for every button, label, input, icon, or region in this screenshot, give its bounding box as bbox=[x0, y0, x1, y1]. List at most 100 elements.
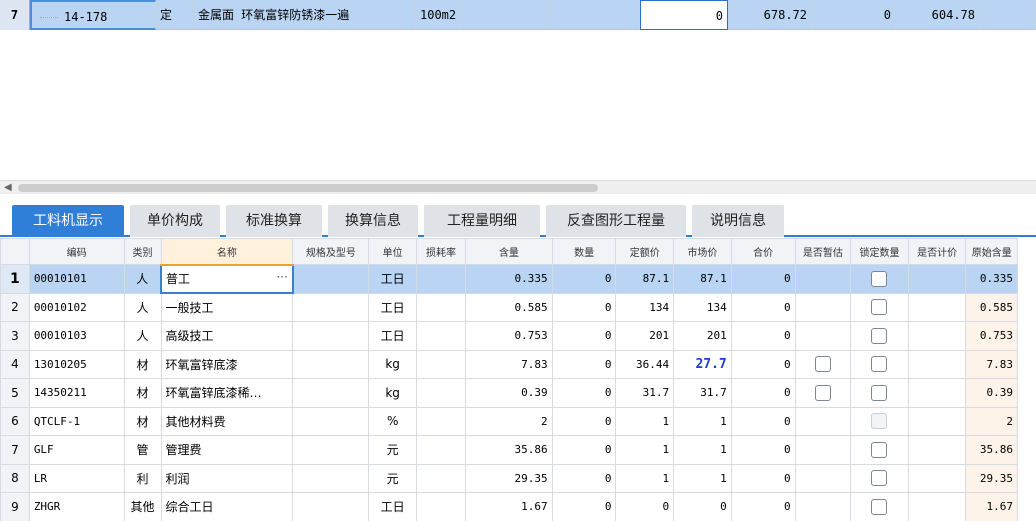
item-type[interactable]: 定 bbox=[156, 0, 194, 30]
name-cell[interactable]: 环氧富锌底漆 bbox=[160, 349, 294, 379]
code-cell[interactable]: 00010101 bbox=[28, 264, 125, 294]
column-header[interactable]: 编码 bbox=[28, 238, 125, 265]
category-cell[interactable]: 人 bbox=[123, 292, 162, 322]
table-row[interactable]: 2 00010102 人一般技工 工日 0.585 0 134 134 0 0.585 bbox=[0, 292, 1018, 322]
column-header[interactable]: 类别 bbox=[123, 238, 162, 265]
name-cell[interactable]: 普工 ··· bbox=[160, 263, 294, 294]
quota-price-cell[interactable]: 201 bbox=[615, 321, 675, 351]
quantity-cell[interactable]: 0 bbox=[551, 321, 617, 351]
market-price-cell[interactable]: 0 bbox=[673, 492, 732, 521]
content-cell[interactable]: 7.83 bbox=[465, 349, 553, 379]
column-header[interactable]: 市场价 bbox=[673, 238, 732, 265]
original-content-cell[interactable]: 0.753 bbox=[965, 321, 1018, 351]
scroll-left-icon[interactable]: ◀ bbox=[4, 182, 12, 193]
spec-cell[interactable] bbox=[292, 264, 370, 294]
category-cell[interactable]: 材 bbox=[123, 406, 162, 436]
name-cell[interactable]: 其他材料费 bbox=[160, 406, 294, 436]
total-price-cell[interactable]: 0 bbox=[730, 292, 796, 322]
lock-quantity-checkbox[interactable] bbox=[871, 470, 888, 487]
market-price-cell[interactable]: 31.7 bbox=[673, 378, 732, 408]
quota-price-cell[interactable]: 36.44 bbox=[615, 349, 675, 379]
category-cell[interactable]: 利 bbox=[123, 463, 162, 493]
is-priced-cell[interactable] bbox=[907, 406, 967, 436]
item-spare-cell[interactable] bbox=[550, 0, 640, 30]
loss-rate-cell[interactable] bbox=[415, 292, 467, 322]
row-number[interactable]: 6 bbox=[0, 406, 30, 436]
column-header[interactable]: 是否暂估 bbox=[794, 238, 852, 265]
spec-cell[interactable] bbox=[292, 292, 370, 322]
column-header[interactable]: 规格及型号 bbox=[292, 238, 370, 265]
table-row[interactable]: 1 00010101 人普工 ··· 工日 0.335 0 87.1 87.1 0 0.335 bbox=[0, 263, 1018, 294]
market-price-cell[interactable]: 1 bbox=[673, 463, 732, 493]
market-price-cell[interactable]: 1 bbox=[673, 406, 732, 436]
is-estimate-cell[interactable] bbox=[794, 264, 852, 294]
total-price-cell[interactable]: 0 bbox=[730, 321, 796, 351]
category-cell[interactable]: 材 bbox=[123, 349, 162, 379]
quantity-cell[interactable]: 0 bbox=[551, 406, 617, 436]
is-priced-cell[interactable] bbox=[907, 492, 967, 521]
is-priced-cell[interactable] bbox=[907, 292, 967, 322]
table-row[interactable]: 6 QTCLF-1 材其他材料费% 2 0 1 1 0 2 bbox=[0, 406, 1018, 436]
table-row[interactable]: 8 LR 利利润元 29.35 0 1 1 0 29.35 bbox=[0, 463, 1018, 493]
item-spare-cell[interactable] bbox=[460, 0, 550, 30]
quantity-cell[interactable]: 0 bbox=[551, 264, 617, 294]
is-estimate-cell[interactable] bbox=[794, 406, 852, 436]
name-cell[interactable]: 利润 bbox=[160, 463, 294, 493]
tab-description[interactable]: 说明信息 bbox=[692, 205, 784, 237]
item-name[interactable]: 金属面 环氧富锌防锈漆一遍 bbox=[194, 0, 416, 30]
scrollbar-thumb[interactable] bbox=[18, 184, 598, 192]
column-header[interactable]: 合价 bbox=[730, 238, 796, 265]
unit-cell[interactable]: 工日 bbox=[368, 292, 417, 322]
quota-price-cell[interactable]: 1 bbox=[615, 463, 675, 493]
original-content-cell[interactable]: 0.39 bbox=[965, 378, 1018, 408]
is-estimate-checkbox[interactable] bbox=[814, 384, 831, 401]
code-cell[interactable]: 00010102 bbox=[28, 292, 125, 322]
quota-price-cell[interactable]: 0 bbox=[615, 492, 675, 521]
content-cell[interactable]: 0.335 bbox=[465, 264, 553, 294]
content-cell[interactable]: 29.35 bbox=[465, 463, 553, 493]
unit-cell[interactable]: kg bbox=[368, 349, 417, 379]
column-header[interactable]: 损耗率 bbox=[415, 238, 467, 265]
spec-cell[interactable] bbox=[292, 321, 370, 351]
total-price-cell[interactable]: 0 bbox=[730, 492, 796, 521]
total-price-cell[interactable]: 0 bbox=[730, 406, 796, 436]
total-price-cell[interactable]: 0 bbox=[730, 349, 796, 379]
content-cell[interactable]: 1.67 bbox=[465, 492, 553, 521]
content-cell[interactable]: 0.585 bbox=[465, 292, 553, 322]
loss-rate-cell[interactable] bbox=[415, 264, 467, 294]
category-cell[interactable]: 其他 bbox=[123, 492, 162, 521]
table-row[interactable]: 7 GLF 管管理费元 35.86 0 1 1 0 35.86 bbox=[0, 435, 1018, 465]
loss-rate-cell[interactable] bbox=[415, 406, 467, 436]
original-content-cell[interactable]: 35.86 bbox=[965, 435, 1018, 465]
loss-rate-cell[interactable] bbox=[415, 463, 467, 493]
loss-rate-cell[interactable] bbox=[415, 349, 467, 379]
market-price-cell[interactable]: 201 bbox=[673, 321, 732, 351]
name-cell[interactable]: 一般技工 bbox=[160, 292, 294, 322]
name-cell[interactable]: 综合工日 bbox=[160, 492, 294, 521]
is-priced-cell[interactable] bbox=[907, 349, 967, 379]
original-content-cell[interactable]: 1.67 bbox=[965, 492, 1018, 521]
quantity-cell[interactable]: 0 bbox=[551, 349, 617, 379]
item-unit[interactable]: 100m2 bbox=[416, 0, 460, 30]
code-cell[interactable]: QTCLF-1 bbox=[28, 406, 125, 436]
code-cell[interactable]: 14350211 bbox=[28, 378, 125, 408]
original-content-cell[interactable]: 7.83 bbox=[965, 349, 1018, 379]
content-cell[interactable]: 2 bbox=[465, 406, 553, 436]
quantity-cell[interactable]: 0 bbox=[551, 378, 617, 408]
name-cell[interactable]: 管理费 bbox=[160, 435, 294, 465]
quota-price-cell[interactable]: 1 bbox=[615, 435, 675, 465]
quota-price-cell[interactable]: 31.7 bbox=[615, 378, 675, 408]
original-content-cell[interactable]: 0.585 bbox=[965, 292, 1018, 322]
unit-cell[interactable]: % bbox=[368, 406, 417, 436]
is-priced-cell[interactable] bbox=[907, 264, 967, 294]
column-header[interactable]: 数量 bbox=[551, 238, 617, 265]
column-header[interactable]: 锁定数量 bbox=[850, 238, 909, 265]
row-number[interactable]: 2 bbox=[0, 292, 30, 322]
column-header[interactable]: 定额价 bbox=[615, 238, 675, 265]
original-content-cell[interactable]: 2 bbox=[965, 406, 1018, 436]
column-header[interactable]: 单位 bbox=[368, 238, 417, 265]
category-cell[interactable]: 人 bbox=[123, 321, 162, 351]
item-code-cell[interactable]: 14-178 bbox=[30, 0, 156, 30]
loss-rate-cell[interactable] bbox=[415, 321, 467, 351]
quantity-cell[interactable]: 0 bbox=[551, 435, 617, 465]
